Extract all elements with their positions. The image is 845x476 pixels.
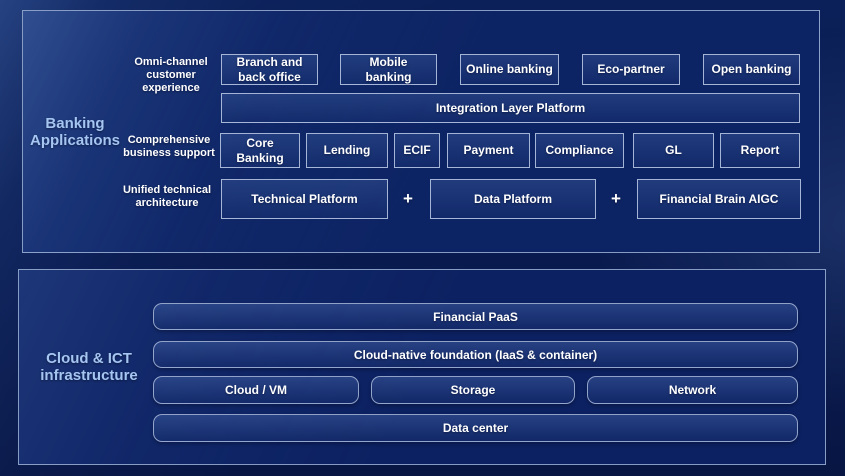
box-core-banking: Core Banking [220,133,300,168]
section-label-cloud-ict: Cloud & ICT infrastructure [29,350,149,384]
box-gl: GL [633,133,714,168]
pill-storage: Storage [371,376,575,404]
section-label-banking-applications: Banking Applications [23,115,127,149]
box-open-banking: Open banking [703,54,800,85]
pill-data-center: Data center [153,414,798,442]
row-label-unified-technical: Unified technical architecture [112,184,222,210]
row-label-omni-channel: Omni-channel customer experience [123,56,219,95]
row-label-comprehensive-business: Comprehensive business support [114,134,224,160]
box-online-banking: Online banking [460,54,559,85]
box-payment: Payment [447,133,530,168]
box-technical-platform: Technical Platform [221,179,388,219]
banking-applications-panel: Banking Applications Omni-channel custom… [22,10,820,253]
bar-integration-layer-platform: Integration Layer Platform [221,93,800,123]
box-ecif: ECIF [394,133,440,168]
cloud-ict-panel: Cloud & ICT infrastructure Financial Paa… [18,269,826,465]
pill-cloud-vm: Cloud / VM [153,376,359,404]
architecture-diagram: Banking Applications Omni-channel custom… [0,0,845,476]
box-report: Report [720,133,800,168]
box-compliance: Compliance [535,133,624,168]
plus-separator: + [396,179,420,219]
box-branch-back-office: Branch and back office [221,54,318,85]
plus-separator: + [604,179,628,219]
box-eco-partner: Eco-partner [582,54,680,85]
box-mobile-banking: Mobile banking [340,54,437,85]
pill-financial-paas: Financial PaaS [153,303,798,330]
box-financial-brain-aigc: Financial Brain AIGC [637,179,801,219]
box-lending: Lending [306,133,388,168]
pill-cloud-native-foundation: Cloud-native foundation (IaaS & containe… [153,341,798,368]
pill-network: Network [587,376,798,404]
box-data-platform: Data Platform [430,179,596,219]
